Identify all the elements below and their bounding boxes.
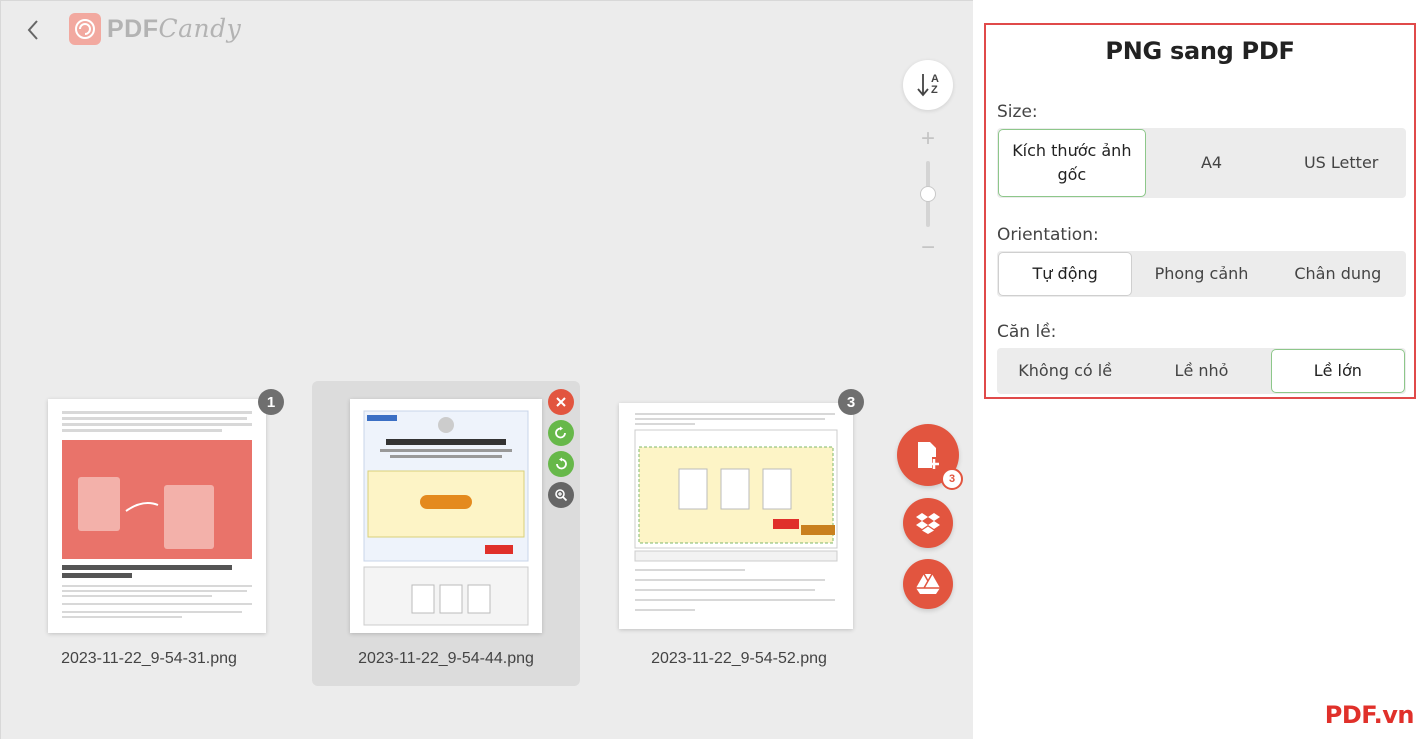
google-drive-icon (916, 573, 940, 594)
sort-label-z: Z (931, 84, 938, 96)
orientation-selector: Tự động Phong cảnh Chân dung (997, 251, 1406, 297)
rotate-left-icon (556, 457, 567, 470)
size-option-original[interactable]: Kích thước ảnh gốc (999, 130, 1145, 196)
panel-title: PNG sang PDF (1105, 37, 1295, 65)
file-index-badge: 1 (258, 389, 284, 415)
file-thumbnail-1 (48, 399, 266, 633)
margin-option-none[interactable]: Không có lề (999, 350, 1131, 392)
size-option-us-letter[interactable]: US Letter (1278, 130, 1404, 196)
size-selector: Kích thước ảnh gốc A4 US Letter (997, 128, 1406, 198)
zoom-in-button[interactable]: + (918, 127, 938, 151)
google-drive-button[interactable] (903, 559, 953, 609)
orientation-option-auto[interactable]: Tự động (999, 253, 1132, 295)
file-card-2[interactable]: 2023-11-22_9-54-44.png (312, 381, 580, 686)
file-plus-icon (918, 442, 939, 469)
close-icon (556, 397, 566, 407)
back-button[interactable] (19, 15, 47, 45)
zoom-slider-thumb[interactable] (920, 186, 936, 202)
margin-option-small[interactable]: Lề nhỏ (1135, 350, 1267, 392)
sort-arrow-icon (917, 74, 929, 97)
remove-file-button[interactable] (548, 389, 574, 415)
file-card-1[interactable]: 1 2023-11-22_9-54-31.png (15, 381, 284, 686)
file-card-3[interactable]: 3 2023-11-22_9-54-52.png (605, 381, 873, 686)
logo-text-pdf: PDF (107, 15, 159, 43)
size-label: Size: (997, 102, 1038, 122)
dropbox-icon (916, 513, 940, 534)
rotate-right-icon (555, 426, 566, 439)
logo-text-candy: Candy (158, 14, 242, 43)
margin-selector: Không có lề Lề nhỏ Lề lớn (997, 348, 1406, 394)
pdfcandy-logo[interactable]: PDFCandy (69, 13, 241, 45)
file-workspace: PDFCandy A Z + − 1 2023-11-22_9-54-31.pn… (0, 0, 973, 739)
margin-label: Căn lề: (997, 322, 1057, 342)
dropbox-button[interactable] (903, 498, 953, 548)
file-name: 2023-11-22_9-54-44.png (358, 650, 534, 667)
zoom-out-button[interactable]: − (918, 236, 938, 260)
rotate-left-button[interactable] (548, 451, 574, 477)
rotate-right-button[interactable] (548, 420, 574, 446)
file-index-badge: 3 (838, 389, 864, 415)
zoom-in-icon (555, 489, 568, 502)
conversion-settings-panel: PNG sang PDF Size: Kích thước ảnh gốc A4… (984, 23, 1416, 399)
margin-option-large[interactable]: Lề lớn (1271, 350, 1404, 392)
file-name: 2023-11-22_9-54-31.png (61, 650, 237, 667)
file-thumbnail-3 (619, 403, 853, 629)
candy-icon (69, 13, 101, 45)
file-thumbnail-2 (350, 399, 542, 633)
zoom-preview-button[interactable] (548, 482, 574, 508)
sort-az-button[interactable]: A Z (903, 60, 953, 110)
orientation-option-portrait[interactable]: Chân dung (1272, 253, 1404, 295)
size-option-a4[interactable]: A4 (1149, 130, 1275, 196)
file-name: 2023-11-22_9-54-52.png (651, 650, 827, 667)
add-file-button[interactable]: 3 (897, 424, 963, 490)
file-count-badge: 3 (941, 468, 963, 490)
watermark-logo: PDF.vn (1324, 701, 1415, 729)
orientation-label: Orientation: (997, 225, 1099, 245)
logo-text: PDFCandy (107, 14, 241, 44)
orientation-option-landscape[interactable]: Phong cảnh (1135, 253, 1267, 295)
chevron-left-icon (27, 20, 38, 40)
